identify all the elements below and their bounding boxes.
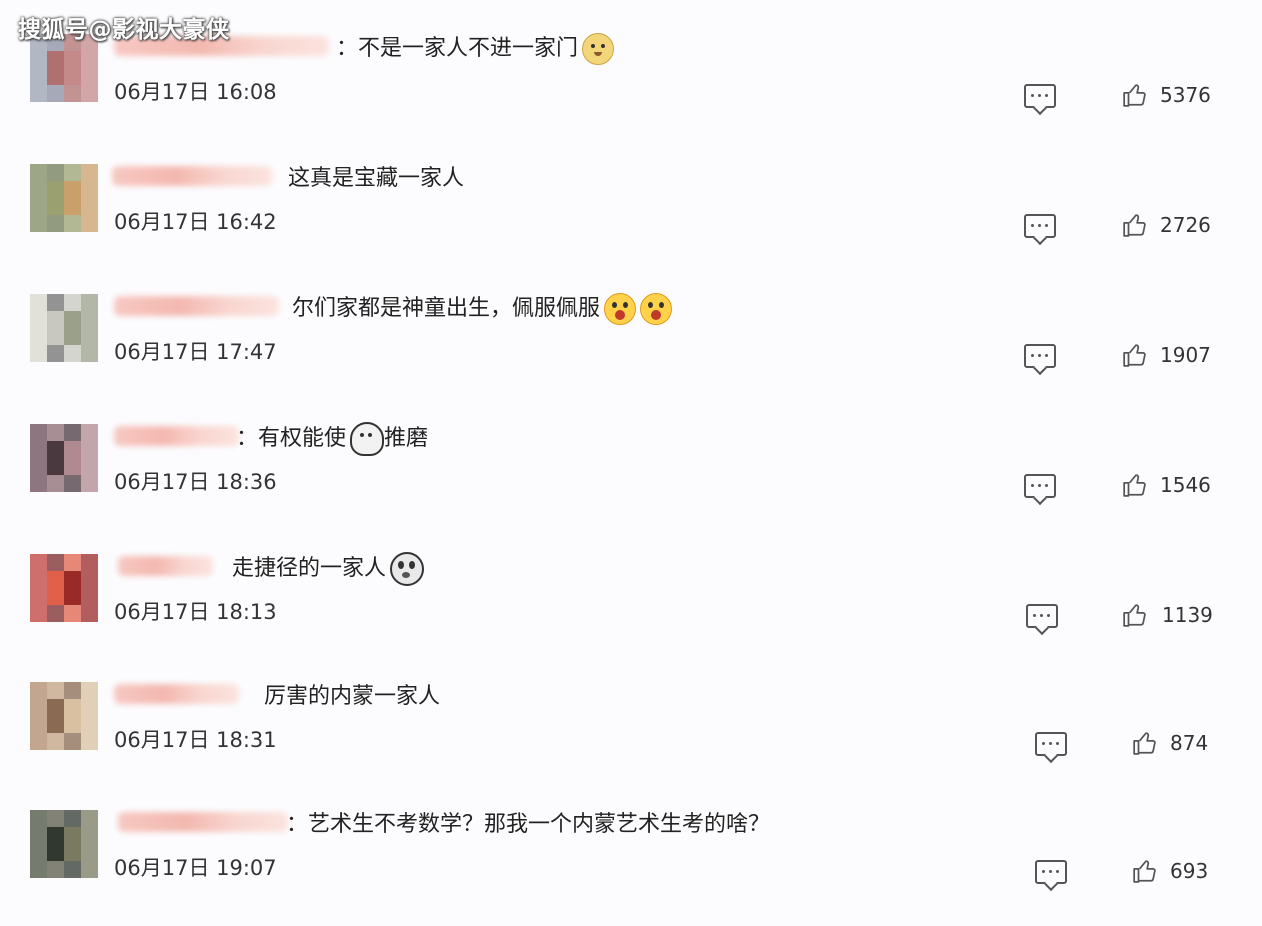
- comment-text-main: ：不是一家人不进一家门: [336, 36, 579, 61]
- comment-text-main: 尔们家都是神童出生，佩服佩服: [292, 296, 601, 321]
- like-count: 693: [1170, 859, 1209, 883]
- comment-icon[interactable]: [1035, 732, 1067, 756]
- comment-text: ：艺术生不考数学？那我一个内蒙艺术生考的啥？: [286, 806, 770, 838]
- watermark: 搜狐号@影视大豪侠: [18, 17, 230, 43]
- username-blurred[interactable]: [114, 426, 239, 446]
- doge-emoji-icon: [582, 33, 615, 65]
- comment-text: 厉害的内蒙一家人: [264, 678, 440, 710]
- comment-timestamp: 06月17日 18:13: [114, 600, 277, 624]
- comment-text-main: ：有权能使: [236, 426, 347, 451]
- comment-timestamp: 06月17日 19:07: [114, 856, 277, 880]
- comment-item: ：艺术生不考数学？那我一个内蒙艺术生考的啥？ 06月17日 19:07 693: [0, 796, 1262, 926]
- comment-item: 厉害的内蒙一家人 06月17日 18:31 874: [0, 668, 1262, 798]
- comment-icon[interactable]: [1024, 84, 1056, 108]
- comment-icon[interactable]: [1026, 604, 1058, 628]
- avatar[interactable]: [30, 164, 98, 232]
- username-blurred[interactable]: [118, 556, 213, 576]
- shock-emoji-icon: [604, 293, 637, 325]
- username-blurred[interactable]: [112, 166, 272, 186]
- thumbs-up-icon[interactable]: [1122, 342, 1148, 368]
- avatar[interactable]: [30, 34, 98, 102]
- like-count: 1546: [1160, 473, 1211, 497]
- like-count: 2726: [1160, 213, 1211, 237]
- thumbs-up-icon[interactable]: [1132, 730, 1158, 756]
- comment-timestamp: 06月17日 16:08: [114, 80, 277, 104]
- cry-emoji-icon: [390, 552, 425, 586]
- comment-timestamp: 06月17日 18:36: [114, 470, 277, 494]
- username-blurred[interactable]: [114, 296, 279, 316]
- comment-text: ：有权能使 推磨: [236, 420, 428, 456]
- comment-text-main: ：艺术生不考数学？那我一个内蒙艺术生考的啥？: [286, 812, 771, 837]
- avatar[interactable]: [30, 424, 98, 492]
- comment-text: 走捷径的一家人: [232, 550, 425, 586]
- thumbs-up-icon[interactable]: [1132, 858, 1158, 884]
- comment-timestamp: 06月17日 17:47: [114, 340, 277, 364]
- like-count: 5376: [1160, 83, 1211, 107]
- avatar[interactable]: [30, 682, 98, 750]
- comment-icon[interactable]: [1035, 860, 1067, 884]
- comment-item: 尔们家都是神童出生，佩服佩服 06月17日 17:47 1907: [0, 280, 1262, 410]
- thumbs-up-icon[interactable]: [1122, 602, 1148, 628]
- thumbs-up-icon[interactable]: [1122, 472, 1148, 498]
- avatar[interactable]: [30, 294, 98, 362]
- comment-item: 走捷径的一家人 06月17日 18:13 1139: [0, 540, 1262, 670]
- thumbs-up-icon[interactable]: [1122, 82, 1148, 108]
- thumbs-up-icon[interactable]: [1122, 212, 1148, 238]
- like-count: 1907: [1160, 343, 1211, 367]
- comment-text-main: 厉害的内蒙一家人: [264, 684, 441, 709]
- comment-item: ：有权能使 推磨 06月17日 18:36 1546: [0, 410, 1262, 540]
- username-blurred[interactable]: [114, 684, 239, 704]
- comment-text: 尔们家都是神童出生，佩服佩服: [292, 290, 673, 325]
- comment-icon[interactable]: [1024, 344, 1056, 368]
- comment-item: 这真是宝藏一家人 06月17日 16:42 2726: [0, 150, 1262, 280]
- like-count: 874: [1170, 731, 1209, 755]
- comment-timestamp: 06月17日 16:42: [114, 210, 277, 234]
- avatar[interactable]: [30, 554, 98, 622]
- comment-icon[interactable]: [1024, 474, 1056, 498]
- comment-text-tail: 推磨: [384, 426, 429, 451]
- ghost-emoji-icon: [350, 422, 385, 456]
- comment-icon[interactable]: [1024, 214, 1056, 238]
- comment-timestamp: 06月17日 18:31: [114, 728, 277, 752]
- comment-text: 这真是宝藏一家人: [288, 160, 464, 192]
- comment-text-main: 这真是宝藏一家人: [288, 166, 465, 191]
- username-blurred[interactable]: [118, 812, 288, 832]
- comment-text: ：不是一家人不进一家门: [336, 30, 615, 65]
- shock-emoji-icon: [640, 293, 673, 325]
- like-count: 1139: [1162, 603, 1213, 627]
- comment-text-main: 走捷径的一家人: [232, 556, 387, 581]
